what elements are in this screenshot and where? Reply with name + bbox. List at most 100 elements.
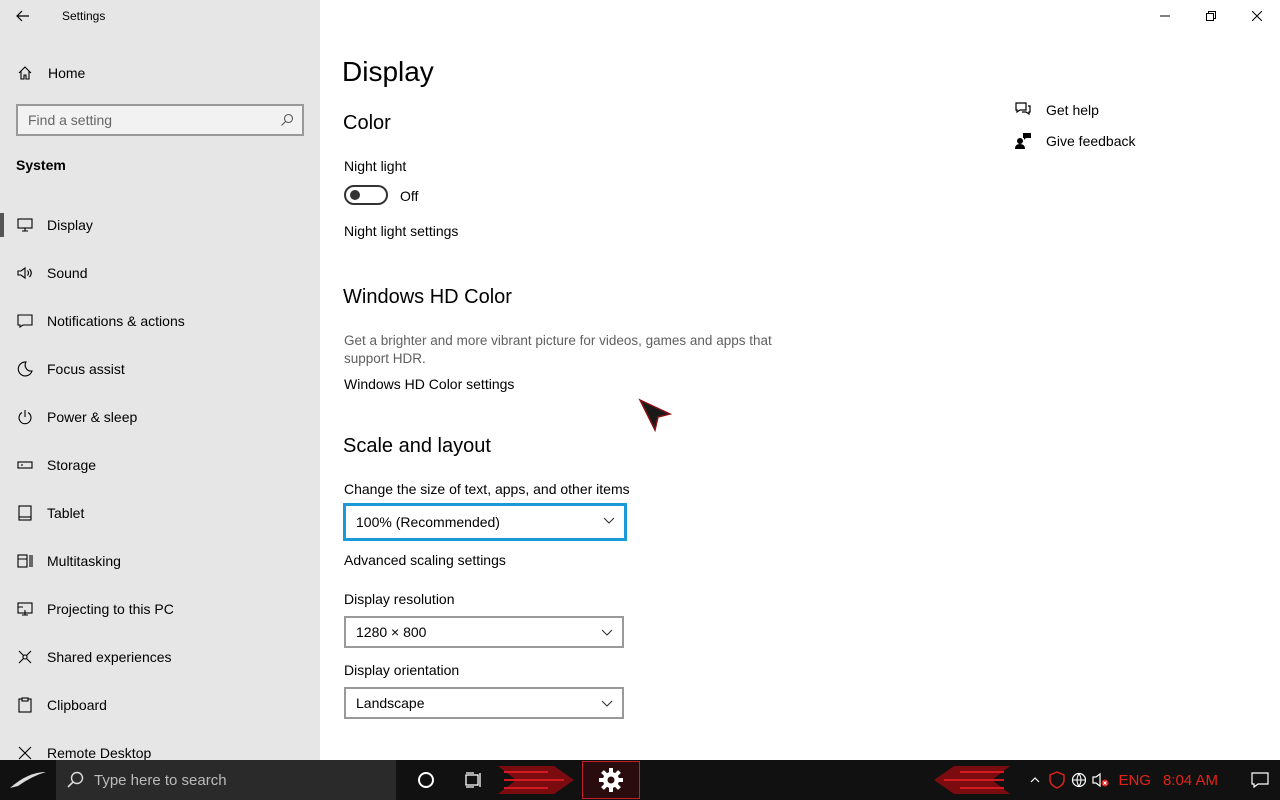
notification-icon — [17, 313, 33, 329]
give-feedback-label: Give feedback — [1046, 133, 1136, 149]
taskbar-settings-app[interactable] — [582, 761, 640, 799]
sidebar-item-tablet[interactable]: Tablet — [0, 489, 320, 537]
night-light-toggle[interactable] — [344, 185, 388, 205]
notification-icon — [1251, 772, 1269, 788]
search-icon — [67, 771, 84, 788]
moon-icon — [17, 361, 33, 377]
orientation-label: Display orientation — [344, 662, 460, 678]
sidebar-item-label: Shared experiences — [47, 649, 172, 665]
scale-size-label: Change the size of text, apps, and other… — [344, 481, 630, 497]
give-feedback-link[interactable]: Give feedback — [1014, 132, 1136, 150]
sidebar-item-label: Multitasking — [47, 553, 121, 569]
clock[interactable]: 8:04 AM — [1163, 772, 1218, 789]
page-title: Display — [342, 56, 434, 87]
hdr-heading: Windows HD Color — [343, 286, 512, 308]
sidebar-item-label: Power & sleep — [47, 409, 138, 425]
hdr-description: Get a brighter and more vibrant picture … — [344, 333, 772, 366]
get-help-link[interactable]: Get help — [1014, 101, 1099, 119]
home-link[interactable]: Home — [0, 56, 320, 90]
back-button[interactable] — [0, 0, 46, 32]
cortana-icon — [418, 772, 434, 788]
task-view-button[interactable] — [450, 760, 498, 800]
sidebar-item-sound[interactable]: Sound — [0, 249, 320, 297]
cortana-button[interactable] — [402, 760, 450, 800]
tray-overflow-button[interactable] — [1024, 760, 1046, 800]
advanced-scaling-link[interactable]: Advanced scaling settings — [344, 552, 506, 568]
sidebar-item-label: Tablet — [47, 505, 85, 521]
shield-icon — [1049, 771, 1066, 789]
sidebar-item-label: Notifications & actions — [47, 313, 185, 329]
chevron-down-icon — [602, 514, 616, 526]
task-view-icon — [465, 772, 481, 788]
sidebar-item-projecting[interactable]: Projecting to this PC — [0, 585, 320, 633]
start-logo-icon — [10, 772, 46, 788]
color-heading: Color — [343, 112, 391, 134]
search-icon[interactable] — [272, 113, 302, 127]
get-help-label: Get help — [1046, 102, 1099, 118]
window-controls — [1142, 0, 1280, 32]
taskbar-decoration-right — [934, 766, 1010, 794]
start-button[interactable] — [0, 760, 56, 800]
sidebar-item-label: Clipboard — [47, 697, 107, 713]
mouse-cursor-icon — [638, 398, 672, 433]
taskbar-search-input[interactable] — [94, 771, 374, 789]
settings-search[interactable] — [16, 104, 304, 136]
section-title: System — [16, 157, 66, 173]
sidebar-item-display[interactable]: Display — [0, 201, 320, 249]
sidebar-item-notifications[interactable]: Notifications & actions — [0, 297, 320, 345]
night-light-label: Night light — [344, 158, 407, 174]
sidebar-item-clipboard[interactable]: Clipboard — [0, 681, 320, 729]
night-light-settings-link[interactable]: Night light settings — [344, 223, 458, 239]
sidebar-item-remote-desktop[interactable]: Remote Desktop — [0, 729, 320, 760]
speaker-icon — [17, 265, 33, 281]
minimize-button[interactable] — [1142, 0, 1188, 32]
sidebar-item-label: Focus assist — [47, 361, 125, 377]
language-indicator[interactable]: ENG — [1118, 772, 1151, 789]
taskbar-search[interactable] — [56, 760, 396, 800]
remote-desktop-icon — [17, 745, 33, 760]
night-light-state: Off — [400, 188, 419, 204]
volume-muted-icon — [1092, 772, 1109, 788]
resolution-value: 1280 × 800 — [356, 624, 427, 640]
sidebar-item-shared-experiences[interactable]: Shared experiences — [0, 633, 320, 681]
orientation-dropdown[interactable]: Landscape — [344, 687, 624, 719]
power-icon — [17, 409, 33, 425]
tray-volume[interactable] — [1090, 760, 1112, 800]
globe-icon — [1072, 772, 1087, 788]
sidebar-item-label: Remote Desktop — [47, 745, 152, 760]
scale-size-dropdown[interactable]: 100% (Recommended) — [343, 503, 627, 541]
scale-layout-heading: Scale and layout — [343, 435, 491, 457]
chevron-down-icon — [600, 697, 614, 709]
action-center-button[interactable] — [1240, 760, 1280, 800]
monitor-icon — [17, 217, 33, 233]
main-content: Display Color Night light Off Night ligh… — [320, 0, 1280, 760]
orientation-value: Landscape — [356, 695, 425, 711]
sidebar-item-label: Projecting to this PC — [47, 601, 174, 617]
sidebar-item-focus-assist[interactable]: Focus assist — [0, 345, 320, 393]
sidebar: Settings Home System Display Sound Notif… — [0, 0, 320, 760]
shared-icon — [17, 649, 33, 665]
resolution-dropdown[interactable]: 1280 × 800 — [344, 616, 624, 648]
titlebar-left: Settings — [0, 0, 320, 32]
get-help-icon — [1014, 101, 1032, 119]
minimize-icon — [1160, 15, 1170, 17]
sidebar-item-multitasking[interactable]: Multitasking — [0, 537, 320, 585]
tray-network[interactable] — [1068, 760, 1090, 800]
close-button[interactable] — [1234, 0, 1280, 32]
back-arrow-icon — [16, 10, 29, 22]
restore-button[interactable] — [1188, 0, 1234, 32]
restore-icon — [1206, 11, 1216, 21]
tablet-icon — [17, 505, 33, 521]
projecting-icon — [17, 601, 33, 617]
sidebar-item-storage[interactable]: Storage — [0, 441, 320, 489]
search-input[interactable] — [28, 112, 272, 128]
sidebar-item-power-sleep[interactable]: Power & sleep — [0, 393, 320, 441]
chevron-down-icon — [600, 626, 614, 638]
resolution-label: Display resolution — [344, 591, 455, 607]
tray-security[interactable] — [1046, 760, 1068, 800]
home-label: Home — [48, 65, 86, 81]
home-icon — [17, 65, 33, 81]
hdr-settings-link[interactable]: Windows HD Color settings — [344, 376, 514, 392]
system-tray: ENG 8:04 AM — [1024, 760, 1280, 800]
app-title: Settings — [62, 9, 106, 23]
